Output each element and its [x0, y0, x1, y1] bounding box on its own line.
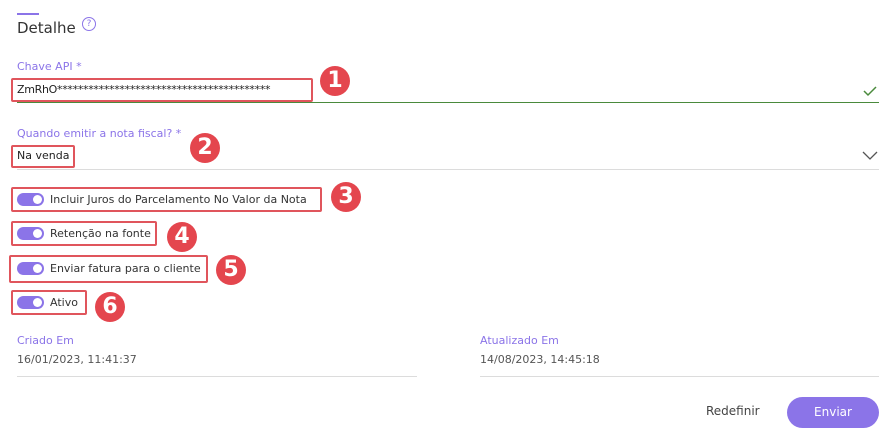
send-button[interactable]: Enviar: [787, 397, 879, 428]
toggle-include-interest-label: Incluir Juros do Parcelamento No Valor d…: [50, 193, 307, 206]
updated-label: Atualizado Em: [480, 334, 559, 347]
emit-select[interactable]: Na venda: [17, 149, 69, 162]
check-icon: [863, 86, 877, 97]
annotation-badge-4: 4: [167, 222, 197, 252]
toggle-include-interest[interactable]: [17, 193, 44, 206]
toggle-active[interactable]: [17, 296, 44, 309]
created-underline: [17, 376, 417, 377]
help-circle-icon[interactable]: ?: [82, 17, 96, 31]
toggle-send-invoice-label: Enviar fatura para o cliente: [50, 262, 201, 275]
section-title: Detalhe: [17, 19, 76, 37]
emit-label: Quando emitir a nota fiscal? *: [17, 127, 182, 140]
section-top-accent: [17, 13, 39, 15]
annotation-badge-6: 6: [95, 292, 125, 322]
annotation-badge-5: 5: [216, 255, 246, 285]
updated-underline: [480, 376, 879, 377]
updated-value: 14/08/2023, 14:45:18: [480, 353, 600, 366]
reset-button[interactable]: Redefinir: [706, 404, 760, 418]
toggle-withholding-label: Retenção na fonte: [50, 227, 151, 240]
toggle-send-invoice[interactable]: [17, 262, 44, 275]
api-key-field[interactable]: ZmRhO***********************************…: [17, 83, 271, 96]
emit-underline: [17, 169, 879, 170]
toggle-active-label: Ativo: [50, 296, 78, 309]
api-key-underline: [17, 102, 879, 103]
annotation-badge-2: 2: [190, 133, 220, 163]
api-key-label: Chave API *: [17, 60, 82, 73]
created-value: 16/01/2023, 11:41:37: [17, 353, 137, 366]
created-label: Criado Em: [17, 334, 74, 347]
annotation-badge-1: 1: [320, 66, 350, 96]
toggle-withholding[interactable]: [17, 227, 44, 240]
chevron-down-icon[interactable]: [862, 151, 878, 161]
annotation-badge-3: 3: [331, 182, 361, 212]
